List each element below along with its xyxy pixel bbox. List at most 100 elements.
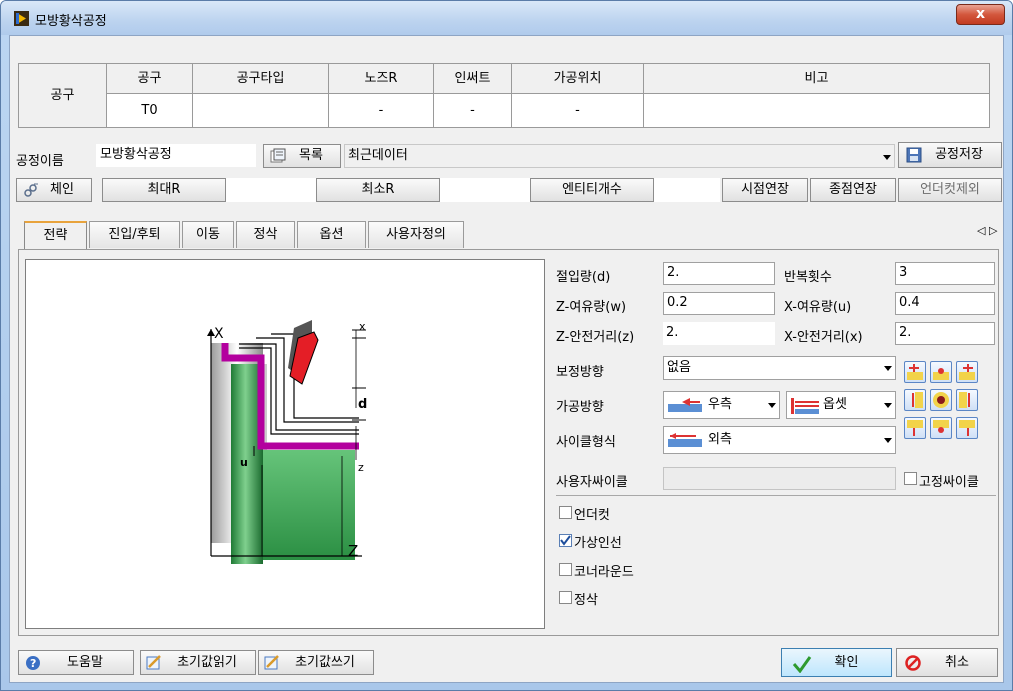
value-insert[interactable]: - <box>434 94 512 127</box>
tab-approach-retract[interactable]: 진입/후퇴 <box>89 221 180 248</box>
corner-top-center-icon[interactable] <box>930 361 952 383</box>
corner-top-left-icon[interactable] <box>904 361 926 383</box>
fixed-cycle-label: 고정싸이클 <box>919 475 979 490</box>
value-note[interactable] <box>644 94 989 127</box>
write-default-button[interactable]: 초기값쓰기 <box>258 650 374 675</box>
list-icon <box>270 148 286 163</box>
user-cycle-input[interactable] <box>663 467 896 490</box>
value-tool-type[interactable] <box>193 94 329 127</box>
svg-text:?: ? <box>30 657 36 670</box>
end-extend-button[interactable]: 종점연장 <box>810 178 896 202</box>
read-default-button[interactable]: 초기값읽기 <box>140 650 256 675</box>
min-r-value[interactable] <box>440 178 530 202</box>
min-r-label: 최소R <box>316 178 440 202</box>
header-tool-type: 공구타입 <box>193 64 329 94</box>
chevron-down-icon[interactable] <box>883 155 891 160</box>
value-position[interactable]: - <box>512 94 644 127</box>
max-r-label: 최대R <box>102 178 226 202</box>
chevron-down-icon[interactable] <box>884 438 892 443</box>
corner-round-label: 코너라운드 <box>574 565 634 580</box>
max-r-value[interactable] <box>226 178 316 202</box>
diagram-u-label: u <box>240 456 248 469</box>
value-nose-r[interactable]: - <box>329 94 434 127</box>
direction-combo[interactable]: 우측 <box>663 391 780 419</box>
cancel-button[interactable]: 취소 <box>896 648 998 677</box>
x-allowance-input[interactable]: 0.4 <box>895 292 995 315</box>
cycle-type-value: 외측 <box>708 432 732 447</box>
dialog-window: 모방황삭공정 x 공구 공구 공구타입 노즈R 인써트 가공위치 비고 T0 -… <box>0 0 1013 691</box>
compensation-value: 없음 <box>667 360 691 375</box>
x-safe-input[interactable]: 2. <box>895 322 995 345</box>
direction-value: 우측 <box>708 397 732 412</box>
tab-user-defined[interactable]: 사용자정의 <box>368 221 464 248</box>
chevron-down-icon[interactable] <box>884 403 892 408</box>
cycle-type-label: 사이클형식 <box>556 435 616 450</box>
diagram-x-axis-label: X <box>214 326 224 342</box>
recent-data-combo[interactable]: 최근데이터 <box>344 144 895 168</box>
tab-scroll-arrows[interactable]: ◁ ▷ <box>977 224 997 237</box>
tool-table: 공구 공구 공구타입 노즈R 인써트 가공위치 비고 T0 - - - <box>18 63 990 128</box>
list-button-label: 목록 <box>299 148 323 163</box>
z-allowance-input[interactable]: 0.2 <box>663 292 775 315</box>
x-allowance-label: X-여유량(u) <box>784 300 852 315</box>
tab-finishing[interactable]: 정삭 <box>236 221 295 248</box>
corner-bottom-right-icon[interactable] <box>956 417 978 439</box>
cut-depth-input[interactable]: 2. <box>663 262 775 285</box>
app-icon <box>14 11 29 26</box>
z-safe-input[interactable]: 2. <box>663 322 775 345</box>
offset-combo[interactable]: 옵셋 <box>786 391 896 419</box>
virtual-tip-checkbox[interactable] <box>559 534 572 547</box>
center-icon[interactable] <box>930 389 952 411</box>
side-right-icon[interactable] <box>956 389 978 411</box>
cycle-type-combo[interactable]: 외측 <box>663 426 896 454</box>
help-button[interactable]: ? 도움말 <box>18 650 134 675</box>
z-allowance-label: Z-여유량(w) <box>556 300 627 315</box>
chevron-down-icon[interactable] <box>768 403 776 408</box>
write-default-icon <box>264 655 279 670</box>
recent-data-value: 최근데이터 <box>348 148 408 163</box>
undercut-label: 언더컷 <box>574 508 610 523</box>
help-label: 도움말 <box>67 655 103 670</box>
check-icon <box>792 656 812 673</box>
list-button[interactable]: 목록 <box>263 144 341 168</box>
value-tool[interactable]: T0 <box>107 94 193 127</box>
z-safe-label: Z-안전거리(z) <box>556 330 635 345</box>
undercut-checkbox[interactable] <box>559 506 572 519</box>
user-cycle-label: 사용자싸이클 <box>556 475 628 490</box>
side-left-icon[interactable] <box>904 389 926 411</box>
finishing-checkbox[interactable] <box>559 591 572 604</box>
window-title: 모방황삭공정 <box>35 14 107 29</box>
title-bar[interactable]: 모방황삭공정 x <box>1 1 1012 35</box>
read-default-label: 초기값읽기 <box>177 655 237 670</box>
tab-move[interactable]: 이동 <box>182 221 234 248</box>
undercut-exclude-button[interactable]: 언더컷제외 <box>898 178 1002 202</box>
close-button[interactable]: x <box>956 4 1005 25</box>
help-icon: ? <box>26 656 40 670</box>
save-icon <box>906 147 922 163</box>
fixed-cycle-checkbox[interactable] <box>904 472 917 485</box>
save-process-label: 공정저장 <box>935 147 983 162</box>
entity-count-value[interactable] <box>654 178 720 202</box>
corner-bottom-left-icon[interactable] <box>904 417 926 439</box>
ok-button[interactable]: 확인 <box>781 648 892 677</box>
repeat-count-input[interactable]: 3 <box>895 262 995 285</box>
process-name-input[interactable]: 모방황삭공정 <box>96 144 256 167</box>
corner-bottom-center-icon[interactable] <box>930 417 952 439</box>
check-icon <box>560 535 571 546</box>
direction-label: 가공방향 <box>556 400 604 415</box>
corner-round-checkbox[interactable] <box>559 563 572 576</box>
compensation-combo[interactable]: 없음 <box>663 356 896 380</box>
strategy-diagram: X Z x d z u <box>25 259 545 629</box>
corner-top-right-icon[interactable] <box>956 361 978 383</box>
compensation-label: 보정방향 <box>556 365 604 380</box>
tab-strategy[interactable]: 전략 <box>24 221 87 249</box>
start-extend-button[interactable]: 시점연장 <box>722 178 808 202</box>
entity-count-label: 엔티티개수 <box>530 178 654 202</box>
cut-depth-label: 절입량(d) <box>556 270 611 285</box>
chevron-down-icon[interactable] <box>884 366 892 371</box>
tab-options[interactable]: 옵션 <box>297 221 366 248</box>
chain-button[interactable]: 체인 <box>16 178 92 202</box>
header-insert: 인써트 <box>434 64 512 94</box>
save-process-button[interactable]: 공정저장 <box>898 142 1002 168</box>
chain-button-label: 체인 <box>50 182 74 197</box>
